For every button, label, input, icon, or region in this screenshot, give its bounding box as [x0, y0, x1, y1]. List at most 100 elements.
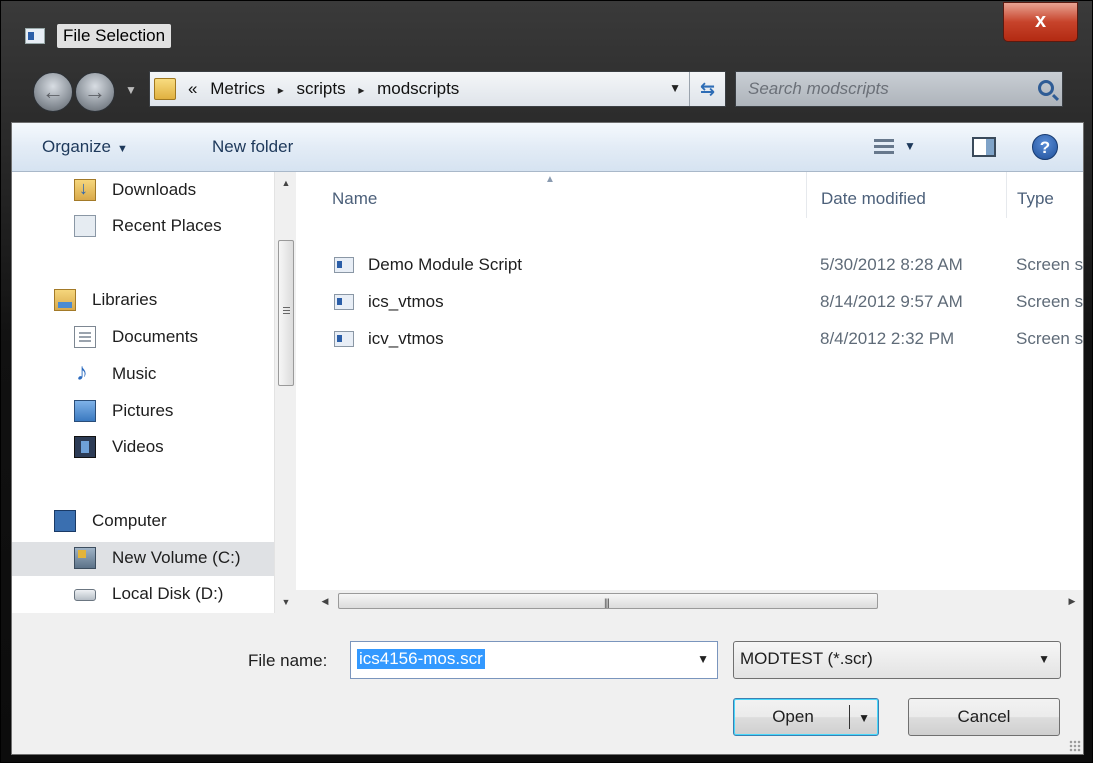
- scroll-left-icon[interactable]: ◀: [314, 590, 336, 612]
- pictures-icon: [74, 400, 96, 422]
- file-name-label: File name:: [248, 651, 328, 670]
- sidebar-item-label: Libraries: [92, 290, 158, 309]
- chevron-down-icon[interactable]: ▼: [697, 652, 709, 666]
- sidebar-item-label: Videos: [112, 437, 164, 456]
- dialog-content: Organize ▼ New folder ▼ ? Downloads Recen…: [11, 122, 1084, 755]
- column-header-label: Type: [1017, 189, 1054, 208]
- file-type-filter-value: MODTEST (*.scr): [740, 649, 873, 668]
- music-icon: [74, 359, 96, 387]
- sidebar-item-documents[interactable]: Documents: [12, 321, 274, 355]
- table-row[interactable]: ics_vtmos 8/14/2012 9:57 AM Screen sav: [296, 287, 1083, 323]
- address-bar[interactable]: « Metrics ▸ scripts ▸ modscripts ▼ ⇆: [149, 71, 726, 107]
- file-name: Demo Module Script: [368, 255, 523, 274]
- sidebar-item-label: Downloads: [112, 180, 197, 199]
- breadcrumb-overflow[interactable]: «: [188, 79, 197, 98]
- scrollbar-thumb[interactable]: [278, 240, 294, 386]
- sidebar-item-libraries[interactable]: Libraries: [12, 284, 274, 318]
- back-arrow-icon: ←: [42, 79, 64, 104]
- screensaver-file-icon: [334, 257, 354, 273]
- file-name-panel: File name: ics4156-mos.scr ▼ MODTEST (*.…: [12, 613, 1083, 754]
- grip-icon: [283, 307, 290, 308]
- breadcrumb-separator-icon[interactable]: ▸: [278, 83, 284, 97]
- sidebar-item-local-disk-d[interactable]: Local Disk (D:): [12, 578, 274, 612]
- open-options-dropdown-icon[interactable]: ▼: [858, 700, 870, 736]
- forward-arrow-icon: →: [84, 79, 106, 104]
- column-header-date-modified[interactable]: Date modified: [806, 172, 1006, 218]
- navigation-pane: Downloads Recent Places Libraries Docume…: [12, 172, 296, 613]
- preview-pane-icon[interactable]: [972, 137, 996, 157]
- back-button[interactable]: ←: [33, 72, 73, 112]
- table-row[interactable]: icv_vtmos 8/4/2012 2:32 PM Screen sav: [296, 324, 1083, 360]
- scrollbar-thumb[interactable]: |||: [338, 593, 878, 609]
- screensaver-file-icon: [334, 331, 354, 347]
- search-icon[interactable]: [1038, 80, 1054, 96]
- forward-button[interactable]: →: [75, 72, 115, 112]
- search-input[interactable]: [736, 72, 1026, 106]
- sidebar-item-label: Computer: [92, 511, 167, 530]
- file-date: 8/14/2012 9:57 AM: [820, 292, 963, 311]
- documents-icon: [74, 326, 96, 348]
- sidebar-item-downloads[interactable]: Downloads: [12, 174, 274, 208]
- open-button[interactable]: Open ▼: [733, 698, 879, 736]
- file-name-combobox[interactable]: ics4156-mos.scr ▼: [350, 641, 718, 679]
- file-name: ics_vtmos: [368, 292, 444, 311]
- help-icon[interactable]: ?: [1032, 134, 1058, 160]
- sort-ascending-icon: ▲: [545, 174, 555, 185]
- file-type: Screen sav: [1016, 329, 1083, 348]
- view-options-dropdown[interactable]: ▼: [904, 139, 916, 153]
- organize-button[interactable]: Organize ▼: [42, 137, 128, 157]
- refresh-button[interactable]: ⇆: [689, 72, 725, 106]
- sidebar-item-label: New Volume (C:): [112, 548, 241, 567]
- breadcrumb-item-scripts[interactable]: scripts: [296, 79, 345, 98]
- file-type: Screen sav: [1016, 255, 1083, 274]
- screensaver-file-icon: [334, 294, 354, 310]
- file-list: ▲ Name Date modified Type Demo Module Sc…: [296, 172, 1083, 590]
- open-button-label: Open: [772, 707, 814, 726]
- cancel-button[interactable]: Cancel: [908, 698, 1060, 736]
- file-name: icv_vtmos: [368, 329, 444, 348]
- file-list-horizontal-scrollbar[interactable]: ◀ ||| ▶: [296, 590, 1083, 612]
- column-header-type[interactable]: Type: [1006, 172, 1083, 218]
- sidebar-item-pictures[interactable]: Pictures: [12, 395, 274, 429]
- downloads-icon: [74, 178, 96, 201]
- title-bar: File Selection x: [1, 1, 1092, 65]
- refresh-icon: ⇆: [699, 79, 716, 99]
- file-date: 8/4/2012 2:32 PM: [820, 329, 955, 348]
- sidebar-item-videos[interactable]: Videos: [12, 431, 274, 465]
- sidebar-item-label: Documents: [112, 327, 198, 346]
- organize-label: Organize: [42, 137, 111, 156]
- file-name-input[interactable]: ics4156-mos.scr: [357, 649, 485, 669]
- new-folder-button[interactable]: New folder: [212, 137, 293, 157]
- sidebar-item-music[interactable]: Music: [12, 358, 274, 392]
- file-type: Screen sav: [1016, 292, 1083, 311]
- navigation-pane-scrollbar[interactable]: ▲ ▼: [274, 172, 296, 613]
- libraries-icon: [54, 289, 76, 311]
- sidebar-item-computer[interactable]: Computer: [12, 505, 274, 539]
- resize-grip-icon[interactable]: [1069, 740, 1081, 752]
- recent-pages-dropdown[interactable]: ▼: [125, 83, 137, 97]
- address-dropdown-icon[interactable]: ▼: [669, 81, 681, 95]
- table-row[interactable]: Demo Module Script 5/30/2012 8:28 AM Scr…: [296, 250, 1083, 286]
- file-type-filter-select[interactable]: MODTEST (*.scr) ▼: [733, 641, 1061, 679]
- command-bar: Organize ▼ New folder ▼ ?: [12, 123, 1083, 172]
- column-header-name[interactable]: ▲ Name: [296, 172, 806, 218]
- change-view-icon[interactable]: [874, 139, 894, 155]
- app-icon: [25, 28, 45, 44]
- chevron-down-icon: ▼: [1038, 652, 1050, 666]
- file-date: 5/30/2012 8:28 AM: [820, 255, 963, 274]
- sidebar-item-label: Recent Places: [112, 216, 222, 235]
- breadcrumb: « Metrics ▸ scripts ▸ modscripts: [188, 79, 459, 99]
- scroll-right-icon[interactable]: ▶: [1061, 590, 1083, 612]
- file-selection-dialog: File Selection x ← → ▼ « Metrics ▸ scrip…: [0, 0, 1093, 763]
- sidebar-item-new-volume-c[interactable]: New Volume (C:): [12, 542, 274, 576]
- breadcrumb-item-modscripts[interactable]: modscripts: [377, 79, 459, 98]
- close-button[interactable]: x: [1003, 2, 1078, 42]
- breadcrumb-separator-icon[interactable]: ▸: [358, 83, 364, 97]
- sidebar-item-recent-places[interactable]: Recent Places: [12, 210, 274, 244]
- recent-places-icon: [74, 215, 96, 237]
- column-header-label: Date modified: [821, 189, 926, 208]
- breadcrumb-item-metrics[interactable]: Metrics: [210, 79, 265, 98]
- scroll-down-icon[interactable]: ▼: [275, 591, 297, 613]
- split-divider: [849, 705, 850, 729]
- scroll-up-icon[interactable]: ▲: [275, 172, 297, 194]
